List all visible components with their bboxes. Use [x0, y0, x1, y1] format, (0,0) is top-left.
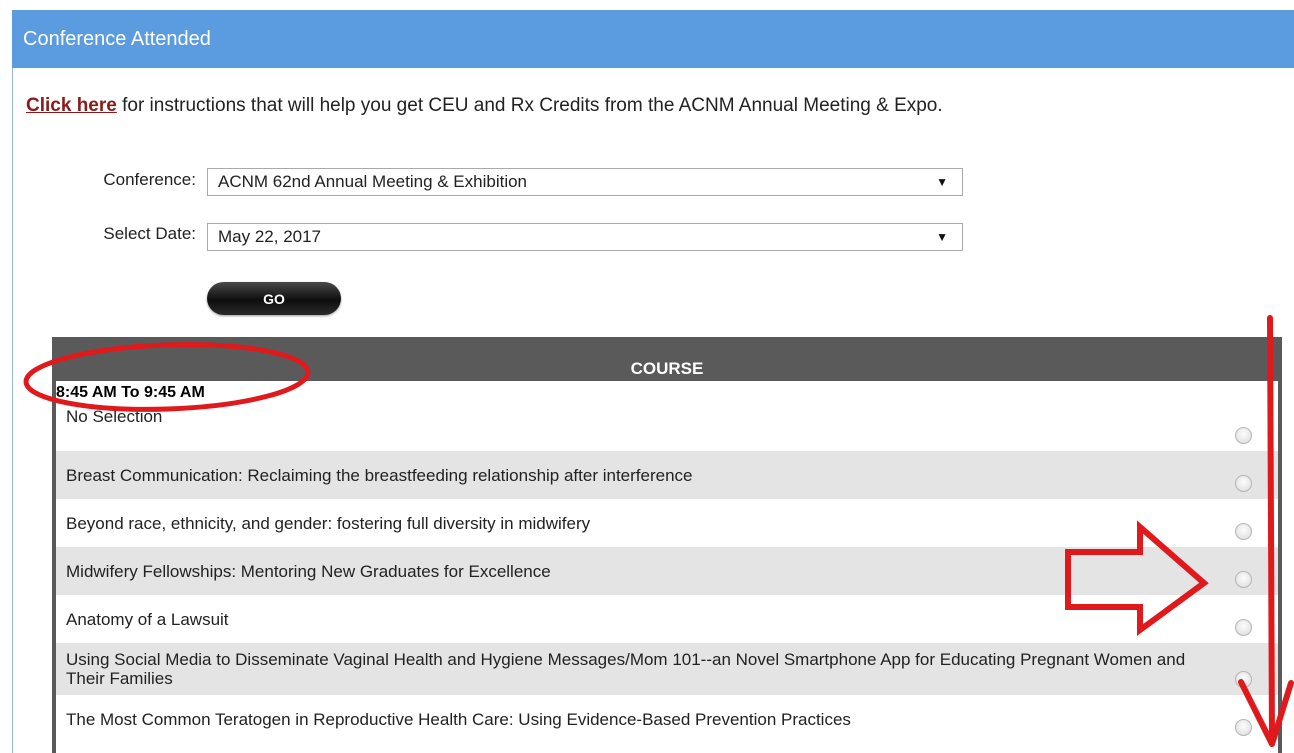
course-title: Anatomy of a Lawsuit: [66, 609, 229, 629]
date-select[interactable]: May 22, 2017 ▼: [207, 223, 963, 251]
course-radio[interactable]: [1235, 523, 1252, 540]
course-title: Using Social Media to Disseminate Vagina…: [66, 650, 1186, 688]
course-title: The Most Common Teratogen in Reproductiv…: [66, 709, 851, 729]
course-radio[interactable]: [1235, 427, 1252, 444]
conference-select-value: ACNM 62nd Annual Meeting & Exhibition: [218, 172, 528, 191]
section-title: Conference Attended: [23, 27, 211, 50]
course-row[interactable]: Beyond race, ethnicity, and gender: fost…: [56, 499, 1278, 547]
course-radio[interactable]: [1235, 475, 1252, 492]
course-table: COURSE 8:45 AM To 9:45 AM No Selection B…: [52, 337, 1282, 753]
dropdown-arrow-icon: ▼: [936, 175, 948, 189]
course-radio[interactable]: [1235, 571, 1252, 588]
course-title: Breast Communication: Reclaiming the bre…: [66, 465, 693, 485]
course-title: Midwifery Fellowships: Mentoring New Gra…: [66, 561, 551, 581]
course-row[interactable]: The Most Common Teratogen in Reproductiv…: [56, 695, 1278, 743]
conference-label: Conference:: [103, 170, 196, 189]
course-radio[interactable]: [1235, 719, 1252, 736]
course-row[interactable]: Midwifery Fellowships: Mentoring New Gra…: [56, 547, 1278, 595]
course-row[interactable]: Anatomy of a Lawsuit: [56, 595, 1278, 643]
instructions-text: Click here for instructions that will he…: [26, 95, 943, 117]
conference-select[interactable]: ACNM 62nd Annual Meeting & Exhibition ▼: [207, 168, 963, 196]
course-row[interactable]: Using Social Media to Disseminate Vagina…: [56, 643, 1278, 695]
instructions-description: for instructions that will help you get …: [116, 95, 943, 116]
course-title: No Selection: [66, 407, 163, 426]
time-slot-label: 8:45 AM To 9:45 AM: [56, 384, 205, 401]
date-label: Select Date:: [103, 224, 196, 243]
dropdown-arrow-icon: ▼: [936, 230, 948, 244]
course-row[interactable]: No Selection: [56, 405, 1278, 451]
course-radio[interactable]: [1235, 619, 1252, 636]
course-column-header: COURSE: [56, 337, 1278, 381]
course-radio[interactable]: [1235, 671, 1252, 688]
go-button[interactable]: GO: [207, 282, 341, 315]
date-select-value: May 22, 2017: [218, 227, 322, 246]
course-title: Beyond race, ethnicity, and gender: fost…: [66, 513, 591, 533]
section-header: Conference Attended: [12, 10, 1294, 68]
course-row[interactable]: Breast Communication: Reclaiming the bre…: [56, 451, 1278, 499]
instructions-link[interactable]: Click here: [26, 95, 117, 116]
